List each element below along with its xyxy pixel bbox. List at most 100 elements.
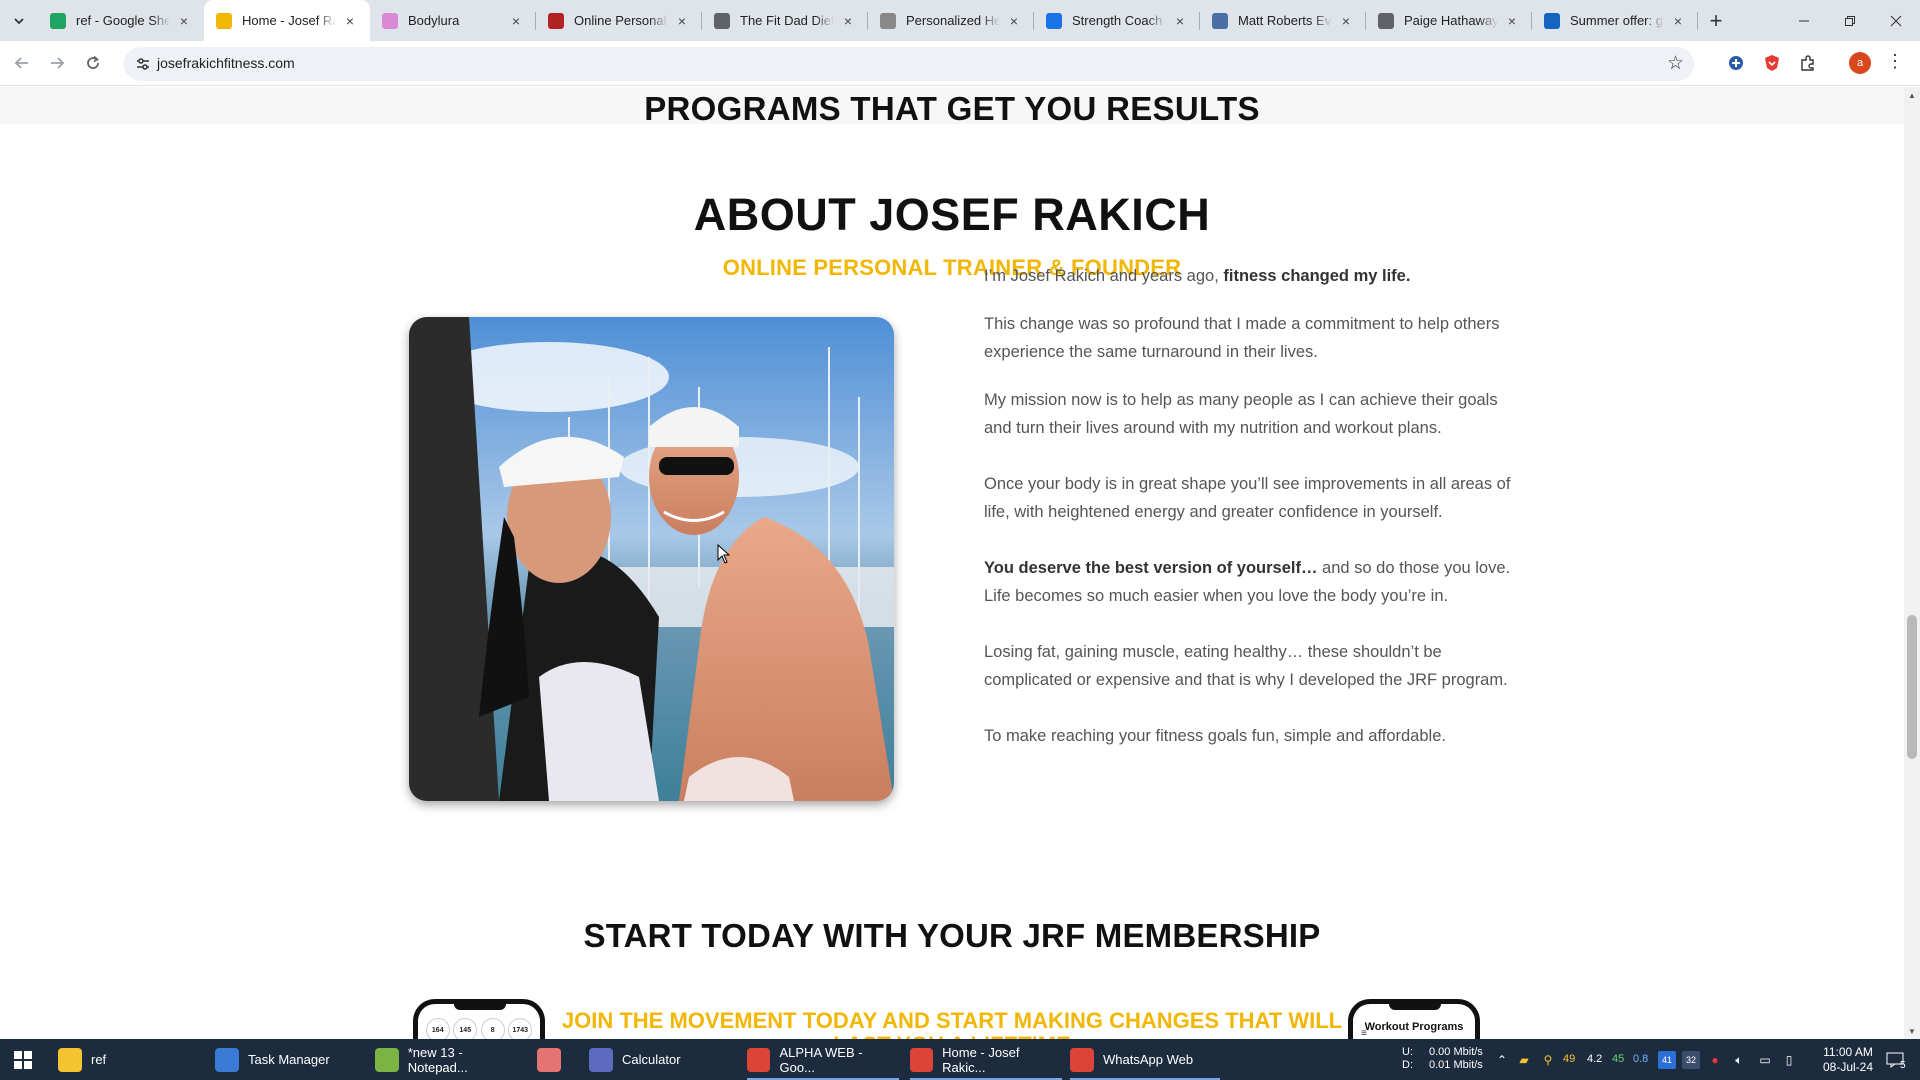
extension-icon-2[interactable] — [1760, 51, 1784, 75]
minimize-button[interactable] — [1781, 0, 1827, 41]
notepad-icon — [375, 1047, 399, 1072]
url-text[interactable]: josefrakichfitness.com — [157, 55, 295, 71]
browser-tab[interactable]: Matt Roberts Evolve × — [1200, 0, 1366, 41]
battery-icon[interactable]: ▭ — [1756, 1051, 1774, 1069]
browser-tab[interactable]: Paige Hathaway × — [1366, 0, 1532, 41]
scroll-down-icon[interactable]: ▼ — [1904, 1023, 1920, 1039]
browser-tab[interactable]: Online Personal Trainer × — [536, 0, 702, 41]
taskbar-item-label: ALPHA WEB - Goo... — [779, 1044, 863, 1075]
tab-close-icon[interactable]: × — [674, 13, 690, 29]
scroll-thumb[interactable] — [1907, 615, 1917, 759]
nutrition-stat: 1743 — [508, 1018, 533, 1039]
browser-tab[interactable]: Bodylura × — [370, 0, 536, 41]
net-download-speed: 0.01 Mbit/s — [1429, 1059, 1483, 1071]
tray-antivirus-icon[interactable]: ● — [1706, 1051, 1724, 1069]
scroll-up-icon[interactable]: ▲ — [1904, 87, 1920, 103]
tray-num-2: 4.2 — [1587, 1053, 1603, 1065]
tab-list: ref - Google Sheets×Home - Josef Rakich … — [38, 0, 1698, 41]
browser-menu-icon[interactable]: ⋮ — [1886, 51, 1904, 72]
tab-title: Matt Roberts Evolve — [1238, 13, 1332, 28]
tab-close-icon[interactable]: × — [1006, 13, 1022, 29]
tab-close-icon[interactable]: × — [1504, 13, 1520, 29]
tray-search-icon[interactable]: ⚲ — [1539, 1051, 1557, 1069]
browser-tab[interactable]: Strength Coach G × — [1034, 0, 1200, 41]
browser-tab[interactable]: Summer offer: get × — [1532, 0, 1698, 41]
jrf-icon — [216, 12, 232, 29]
summer-icon — [1544, 12, 1560, 29]
bio-paragraph-2: This change was so profound that I made … — [984, 315, 1500, 361]
browser-tab[interactable]: Home - Josef Rakich Fitness × — [204, 0, 370, 41]
windows-start-button[interactable] — [0, 1039, 46, 1080]
taskbar-item[interactable]: Home - Josef Rakic... — [910, 1039, 1062, 1080]
bookmark-star-icon[interactable]: ☆ — [1667, 52, 1684, 75]
bio-paragraph-1: I’m Josef Rakich and years ago, fitness … — [984, 262, 1524, 290]
network-icon[interactable]: ▯ — [1780, 1051, 1798, 1069]
bio-emphasis: You deserve the best version of yourself… — [984, 559, 1318, 577]
tray-badge-1[interactable]: 41 — [1658, 1051, 1676, 1069]
taskbar-item[interactable]: ALPHA WEB - Goo... — [747, 1039, 899, 1080]
page-scrollbar[interactable]: ▲ ▼ — [1904, 87, 1920, 1039]
tab-close-icon[interactable]: × — [840, 13, 856, 29]
net-upload-speed: 0.00 Mbit/s — [1429, 1046, 1483, 1058]
restore-button[interactable] — [1827, 0, 1873, 41]
clock-time[interactable]: 11:00 AM — [1816, 1046, 1880, 1059]
tray-num-3: 45 — [1612, 1053, 1625, 1065]
tab-title: Paige Hathaway — [1404, 13, 1498, 28]
calculator-icon — [589, 1047, 613, 1072]
nutrition-stat: 145 — [453, 1018, 478, 1039]
windows-taskbar: ref Task Manager *new 13 - Notepad... Calcu… — [0, 1039, 1920, 1080]
phone-mockup-left: 164 145 8 1743 — [413, 999, 545, 1039]
extension-icon-1[interactable] — [1724, 51, 1748, 75]
profile-avatar[interactable]: a — [1849, 52, 1871, 74]
taskbar-item[interactable]: ref — [58, 1039, 208, 1080]
tray-num-1: 49 — [1563, 1053, 1576, 1065]
taskbar-item[interactable]: WhatsApp Web — [1070, 1039, 1220, 1080]
phone-notch — [454, 1004, 506, 1010]
taskbar-item-label: WhatsApp Web — [1103, 1052, 1194, 1067]
tab-search-button[interactable] — [6, 8, 32, 34]
tab-close-icon[interactable]: × — [342, 13, 358, 29]
browser-tab[interactable]: Personalized Health × — [868, 0, 1034, 41]
about-subtitle: ONLINE PERSONAL TRAINER & FOUNDER — [722, 255, 1182, 280]
browser-tab[interactable]: ref - Google Sheets × — [38, 0, 204, 41]
bio-paragraph-5: You deserve the best version of yourself… — [984, 554, 1524, 610]
tab-title: Bodylura — [408, 13, 460, 28]
folder-icon — [58, 1047, 82, 1072]
tab-close-icon[interactable]: × — [176, 13, 192, 29]
tab-close-icon[interactable]: × — [1338, 13, 1354, 29]
extensions-puzzle-icon[interactable] — [1796, 51, 1820, 75]
new-tab-button[interactable]: + — [1703, 8, 1729, 34]
tray-overflow-chevron-icon[interactable]: ⌃ — [1493, 1051, 1511, 1069]
taskbar-item[interactable]: Task Manager — [215, 1039, 365, 1080]
address-bar[interactable]: josefrakichfitness.com ☆ — [124, 47, 1694, 81]
back-button[interactable] — [8, 49, 36, 77]
speaker-icon[interactable]: 🔈︎ — [1730, 1051, 1748, 1069]
tab-close-icon[interactable]: × — [1172, 13, 1188, 29]
tab-title: The Fit Dad Diet: A — [740, 13, 834, 28]
bio-paragraph-6: Losing fat, gaining muscle, eating healt… — [984, 643, 1508, 689]
globe-icon — [880, 12, 896, 29]
about-heading: ABOUT JOSEF RAKICH — [693, 189, 1211, 240]
tab-close-icon[interactable]: × — [508, 13, 524, 29]
reload-button[interactable] — [79, 49, 107, 77]
join-heading: JOIN THE MOVEMENT TODAY AND START MAKING… — [561, 1008, 1343, 1040]
taskbar-item-label: Calculator — [622, 1052, 681, 1067]
tab-close-icon[interactable]: × — [1670, 13, 1686, 29]
bio-paragraph-7: To make reaching your fitness goals fun,… — [984, 727, 1446, 745]
nutrition-stat: 8 — [480, 1018, 505, 1039]
taskbar-item[interactable]: Calculator — [589, 1039, 739, 1080]
close-window-button[interactable] — [1873, 0, 1919, 41]
forward-button[interactable] — [43, 49, 71, 77]
taskbar-item[interactable] — [537, 1039, 577, 1080]
browser-tab[interactable]: The Fit Dad Diet: A × — [702, 0, 868, 41]
chrome-icon — [1070, 1047, 1094, 1072]
mouse-cursor-icon — [717, 544, 731, 564]
tray-badge-2[interactable]: 32 — [1682, 1051, 1700, 1069]
clock-date[interactable]: 08-Jul-24 — [1816, 1061, 1880, 1074]
taskbar-item[interactable]: *new 13 - Notepad... — [375, 1039, 525, 1080]
tab-title: Strength Coach G — [1072, 13, 1166, 28]
net-download-label: D: — [1402, 1059, 1413, 1071]
site-info-icon[interactable] — [132, 53, 154, 75]
bio-paragraph-4: Once your body is in great shape you’ll … — [984, 475, 1511, 521]
tray-folder-icon[interactable]: ▰ — [1515, 1051, 1533, 1069]
